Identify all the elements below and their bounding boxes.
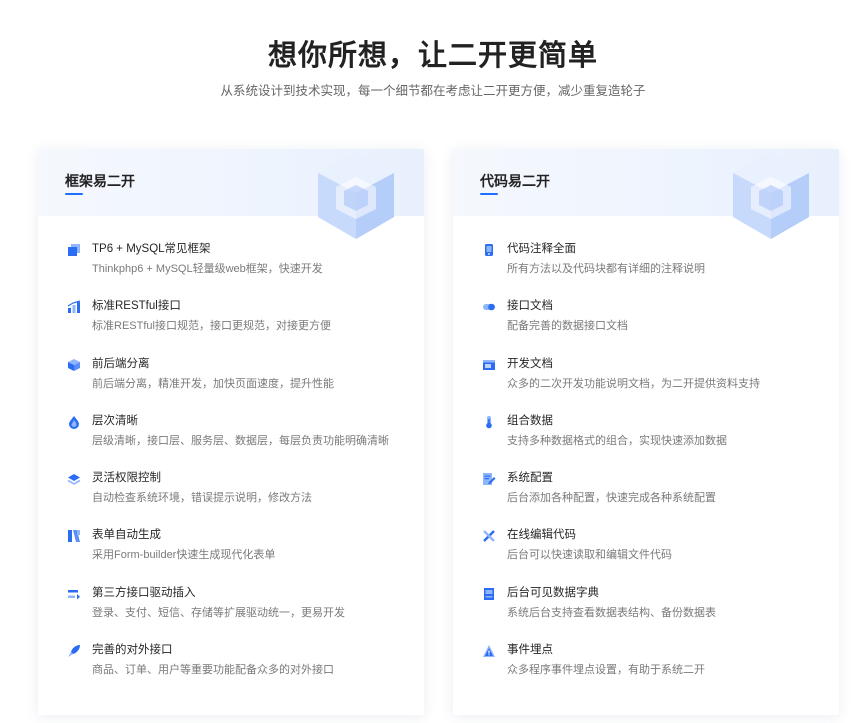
code-card: 代码易二开 代码注释全面 所有方法以及代码块都有详细的注释说明 接口文档 配备完… (453, 149, 839, 715)
feature-title: TP6 + MySQL常见框架 (92, 243, 211, 255)
feature-item: TP6 + MySQL常见框架 Thinkphp6 + MySQL轻量级web框… (38, 241, 424, 298)
feature-item: 代码注释全面 所有方法以及代码块都有详细的注释说明 (453, 241, 839, 298)
feature-title: 在线编辑代码 (507, 529, 576, 542)
feature-title: 后台可见数据字典 (507, 586, 599, 599)
feature-item: 完善的对外接口 商品、订单、用户等重要功能配备众多的对外接口 (38, 642, 424, 699)
page-title: 想你所想，让二开更简单 (267, 40, 598, 72)
feature-desc: 系统后台支持查看数据表结构、备份数据表 (507, 606, 716, 619)
feature-desc: 众多的二次开发功能说明文档，为二开提供资料支持 (507, 377, 760, 390)
form-icon (66, 528, 82, 544)
feature-title: 组合数据 (507, 414, 553, 427)
feature-title: 标准RESTful接口 (92, 300, 181, 313)
title-underline (65, 193, 83, 195)
feature-desc: 所有方法以及代码块都有详细的注释说明 (507, 263, 705, 275)
card-header: 框架易二开 (38, 149, 424, 239)
blocks-icon (66, 242, 82, 258)
feature-item: 组合数据 支持多种数据格式的组合，实现快速添加数据 (453, 413, 839, 470)
feature-desc: 登录、支付、短信、存储等扩展驱动统一，更易开发 (92, 606, 345, 619)
feature-item: 层次清晰 层级清晰，接口层、服务层、数据层，每层负责功能明确清晰 (38, 413, 424, 470)
feature-desc: 支持多种数据格式的组合，实现快速添加数据 (507, 434, 727, 447)
drop-icon (66, 414, 82, 430)
page: 想你所想，让二开更简单 从系统设计到技术实现，每一个细节都在考虑让二开更方便，减… (0, 0, 866, 723)
feature-title: 代码注释全面 (507, 243, 576, 255)
thermometer-icon (481, 414, 497, 430)
feature-desc: 采用Form-builder快速生成现代化表单 (92, 549, 276, 562)
plug-icon (66, 586, 82, 602)
feature-desc: 后台可以快速读取和编辑文件代码 (507, 549, 672, 562)
feature-item: 第三方接口驱动插入 登录、支付、短信、存储等扩展驱动统一，更易开发 (38, 585, 424, 642)
feature-title: 表单自动生成 (92, 529, 161, 542)
feature-title: 系统配置 (507, 472, 553, 485)
feature-item: 灵活权限控制 自动检查系统环境，错误提示说明，修改方法 (38, 470, 424, 527)
feature-title: 前后端分离 (92, 357, 150, 370)
layers-icon (66, 471, 82, 487)
feature-item: 接口文档 配备完善的数据接口文档 (453, 298, 839, 355)
feature-title: 完善的对外接口 (92, 644, 173, 657)
feature-title: 层次清晰 (92, 414, 138, 427)
feature-desc: 商品、订单、用户等重要功能配备众多的对外接口 (92, 664, 334, 677)
dictionary-icon (481, 586, 497, 602)
feature-list: 代码注释全面 所有方法以及代码块都有详细的注释说明 接口文档 配备完善的数据接口… (453, 241, 839, 699)
feature-desc: 前后端分离，精准开发，加快页面速度，提升性能 (92, 377, 334, 390)
feature-desc: 后台添加各种配置，快速完成各种系统配置 (507, 492, 716, 505)
feature-title: 灵活权限控制 (92, 472, 161, 485)
document-edit-icon (481, 471, 497, 487)
box-icon (66, 357, 82, 373)
feature-item: 后台可见数据字典 系统后台支持查看数据表结构、备份数据表 (453, 585, 839, 642)
card-title: 代码易二开 (480, 173, 550, 189)
feature-desc: 众多程序事件埋点设置，有助于系统二开 (507, 664, 705, 677)
feature-desc: 配备完善的数据接口文档 (507, 320, 628, 333)
rocket-icon (66, 643, 82, 659)
feature-desc: Thinkphp6 + MySQL轻量级web框架，快速开发 (92, 263, 323, 275)
card-header: 代码易二开 (453, 149, 839, 239)
feature-desc: 标准RESTful接口规范，接口更规范，对接更方便 (92, 320, 331, 333)
feature-title: 事件埋点 (507, 644, 553, 657)
card-title: 框架易二开 (65, 173, 135, 189)
feature-item: 系统配置 后台添加各种配置，快速完成各种系统配置 (453, 470, 839, 527)
feature-title: 第三方接口驱动插入 (92, 586, 196, 599)
feature-item: 标准RESTful接口 标准RESTful接口规范，接口更规范，对接更方便 (38, 298, 424, 355)
phone-icon (481, 242, 497, 258)
feature-item: 表单自动生成 采用Form-builder快速生成现代化表单 (38, 527, 424, 584)
feature-item: 在线编辑代码 后台可以快速读取和编辑文件代码 (453, 527, 839, 584)
feature-title: 开发文档 (507, 357, 553, 370)
cube-illustration-icon (318, 153, 394, 239)
feature-desc: 层级清晰，接口层、服务层、数据层，每层负责功能明确清晰 (92, 434, 389, 447)
cube-illustration-icon (733, 153, 809, 239)
chart-icon (66, 299, 82, 315)
page-subtitle: 从系统设计到技术实现，每一个细节都在考虑让二开更方便，减少重复造轮子 (220, 84, 646, 98)
warning-icon (481, 643, 497, 659)
feature-title: 接口文档 (507, 300, 553, 313)
window-icon (481, 357, 497, 373)
feature-desc: 自动检查系统环境，错误提示说明，修改方法 (92, 492, 312, 505)
feature-item: 事件埋点 众多程序事件埋点设置，有助于系统二开 (453, 642, 839, 699)
toggle-icon (481, 299, 497, 315)
framework-card: 框架易二开 TP6 + MySQL常见框架 Thinkphp6 + MySQL轻… (38, 149, 424, 715)
feature-list: TP6 + MySQL常见框架 Thinkphp6 + MySQL轻量级web框… (38, 241, 424, 699)
feature-item: 前后端分离 前后端分离，精准开发，加快页面速度，提升性能 (38, 356, 424, 413)
pencil-cross-icon (481, 528, 497, 544)
title-underline (480, 193, 498, 195)
feature-item: 开发文档 众多的二次开发功能说明文档，为二开提供资料支持 (453, 356, 839, 413)
